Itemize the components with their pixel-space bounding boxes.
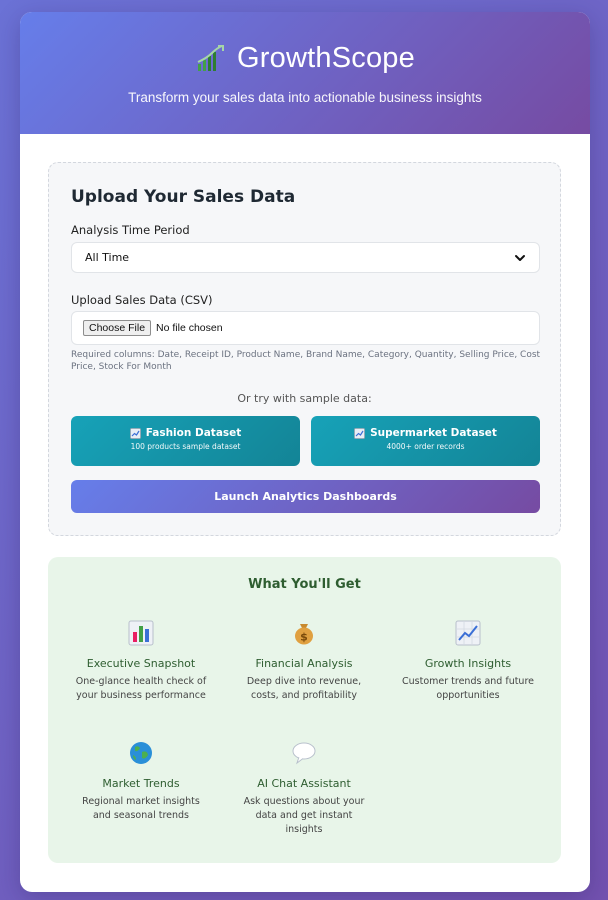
feature-desc: Deep dive into revenue, costs, and profi…	[246, 676, 362, 701]
feature-executive-snapshot: Executive Snapshot One-glance health che…	[61, 620, 221, 703]
chevron-down-icon	[515, 254, 525, 261]
speech-bubble-icon	[292, 742, 316, 765]
feature-desc: Ask questions about your data and get in…	[243, 796, 365, 835]
feature-name: Market Trends	[102, 777, 180, 790]
period-selected-value: All Time	[85, 251, 130, 264]
bar-chart-icon	[128, 620, 154, 646]
upload-section: Upload Your Sales Data Analysis Time Per…	[48, 162, 561, 536]
feature-desc: Regional market insights and seasonal tr…	[82, 796, 200, 821]
growth-chart-icon	[197, 44, 225, 71]
feature-name: Executive Snapshot	[86, 657, 196, 670]
svg-text:$: $	[300, 631, 308, 644]
feature-desc: One-glance health check of your business…	[75, 676, 207, 701]
required-columns-help: Required columns: Date, Receipt ID, Prod…	[71, 350, 541, 372]
globe-icon	[130, 742, 152, 764]
chart-icon	[129, 427, 141, 439]
app-title: GrowthScope	[237, 42, 415, 74]
launch-dashboards-button[interactable]: Launch Analytics Dashboards	[71, 480, 540, 513]
sample-prompt: Or try with sample data:	[237, 392, 372, 405]
no-file-text: No file chosen	[156, 322, 223, 334]
file-label: Upload Sales Data (CSV)	[71, 293, 213, 307]
fashion-dataset-title: Fashion Dataset	[145, 427, 242, 439]
tagline: Transform your sales data into actionabl…	[128, 90, 482, 105]
feature-desc: Customer trends and future opportunities	[402, 676, 534, 701]
feature-financial-analysis: $ Financial Analysis Deep dive into reve…	[224, 620, 384, 703]
feature-market-trends: Market Trends Regional market insights a…	[61, 740, 221, 823]
upload-title: Upload Your Sales Data	[71, 187, 296, 207]
feature-name: Financial Analysis	[255, 657, 353, 670]
features-title: What You'll Get	[248, 577, 361, 592]
money-bag-icon: $	[295, 624, 313, 645]
file-input[interactable]: Choose File No file chosen	[71, 311, 540, 345]
fashion-dataset-subtitle: 100 products sample dataset	[130, 442, 241, 451]
feature-growth-insights: Growth Insights Customer trends and futu…	[388, 620, 548, 703]
supermarket-dataset-button[interactable]: Supermarket Dataset 4000+ order records	[311, 416, 540, 466]
feature-ai-chat-assistant: AI Chat Assistant Ask questions about yo…	[224, 740, 384, 837]
period-select[interactable]: All Time	[71, 242, 540, 273]
feature-name: AI Chat Assistant	[257, 777, 351, 790]
choose-file-button[interactable]: Choose File	[83, 320, 152, 336]
supermarket-dataset-subtitle: 4000+ order records	[386, 442, 465, 451]
supermarket-dataset-title: Supermarket Dataset	[370, 427, 497, 439]
features-section: What You'll Get Executive Snapshot One-g…	[48, 557, 561, 863]
trending-up-icon	[455, 620, 481, 646]
main-card: GrowthScope Transform your sales data in…	[20, 12, 590, 892]
header: GrowthScope Transform your sales data in…	[20, 12, 590, 134]
chart-icon	[354, 427, 365, 439]
period-label: Analysis Time Period	[71, 223, 190, 237]
brand: GrowthScope	[20, 42, 590, 75]
fashion-dataset-button[interactable]: Fashion Dataset 100 products sample data…	[71, 416, 300, 466]
feature-name: Growth Insights	[424, 657, 512, 670]
